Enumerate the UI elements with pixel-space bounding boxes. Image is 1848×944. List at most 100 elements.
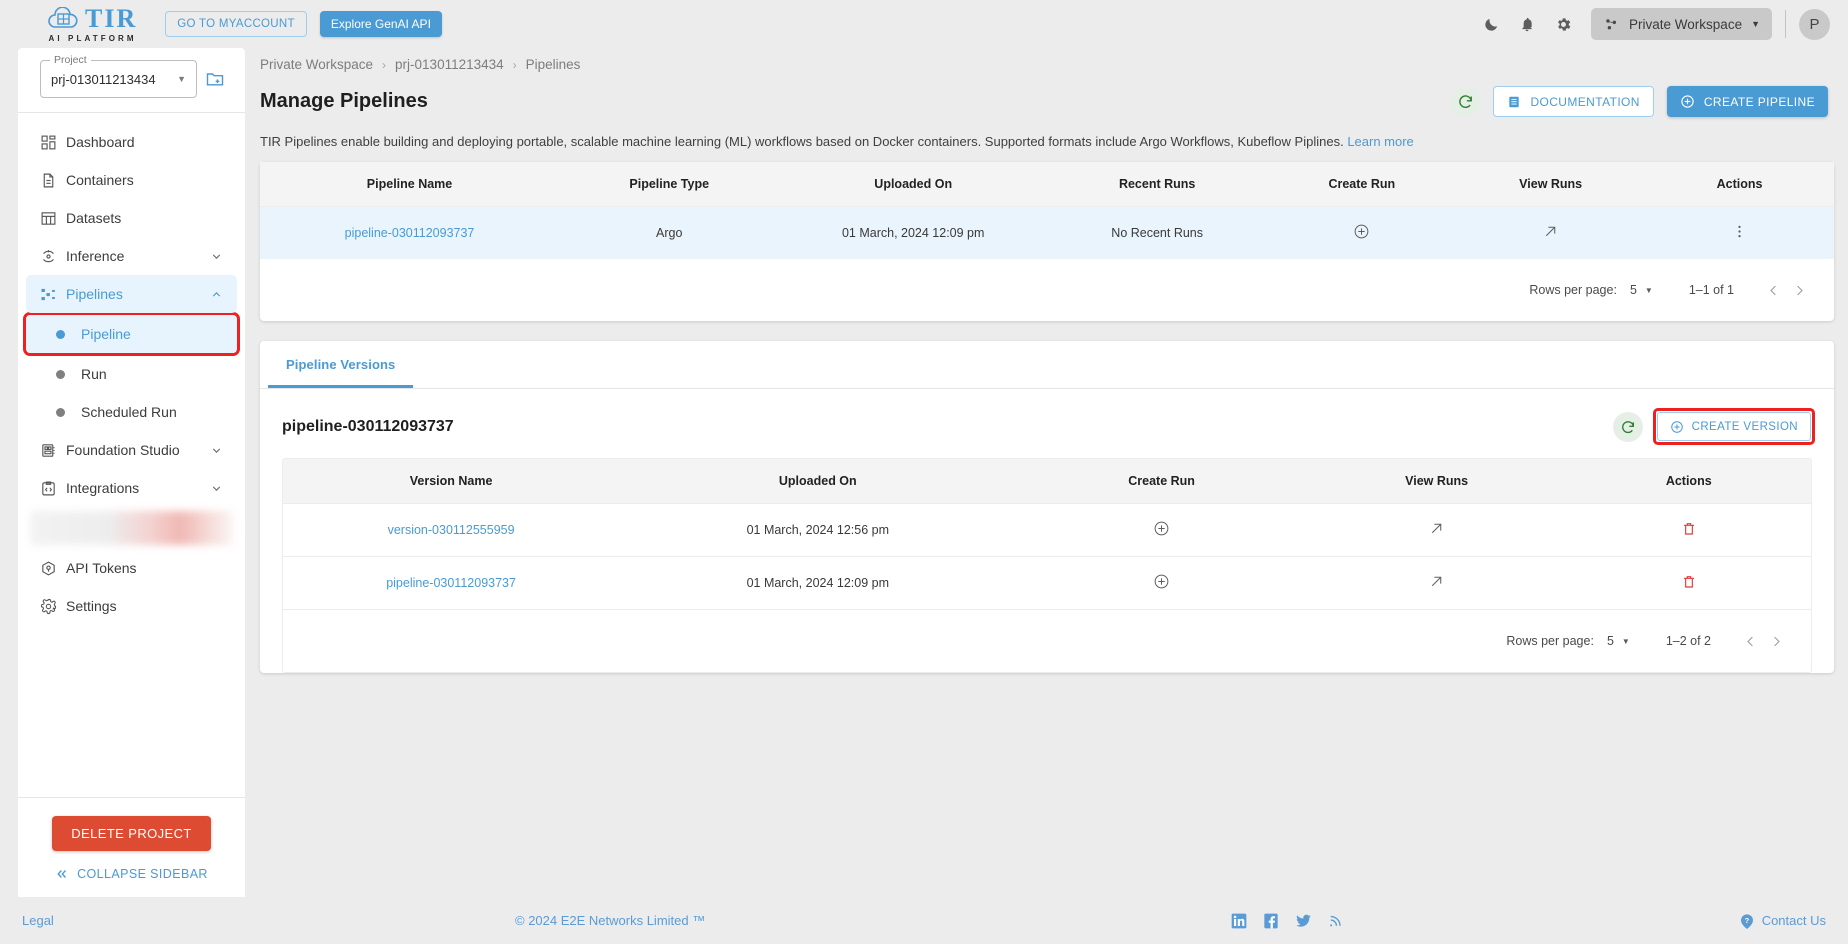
sidebar-item-label: Pipelines [66,286,123,302]
sidebar-subitem-label: Run [81,366,107,382]
sidebar-item-label: Settings [66,598,117,614]
sidebar-item-dashboard[interactable]: Dashboard [26,123,237,161]
document-icon [1507,95,1521,109]
table-row[interactable]: pipeline-030112093737 Argo 01 March, 202… [260,206,1834,260]
sidebar-item-foundation-studio[interactable]: Foundation Studio [26,431,237,469]
arrow-up-right-icon[interactable] [1542,223,1559,240]
project-select-value: prj-013011213434 [51,71,156,87]
tir-logo[interactable]: TIR AI PLATFORM [46,3,138,43]
pipeline-name-link[interactable]: pipeline-030112093737 [345,226,475,240]
plus-circle-icon[interactable] [1353,223,1370,240]
datasets-icon [40,210,66,227]
delete-icon[interactable] [1681,521,1697,537]
plus-circle-icon[interactable] [1153,573,1170,590]
top-bar: TIR AI PLATFORM GO TO MYACCOUNT Explore … [0,0,1848,48]
rows-per-page-value: 5 [1606,634,1614,648]
cell-version-name: version-030112555959 [283,504,619,557]
documentation-button[interactable]: DOCUMENTATION [1493,86,1654,117]
version-name-link[interactable]: version-030112555959 [388,523,515,537]
version-name-link[interactable]: pipeline-030112093737 [386,576,516,590]
cell-actions [1645,207,1834,260]
workspace-selector[interactable]: Private Workspace ▼ [1591,8,1772,40]
rss-icon[interactable] [1328,913,1343,929]
sidebar-item-label: Datasets [66,210,122,226]
sidebar-item-integrations[interactable]: Integrations [26,469,237,507]
pipelines-pagination: Rows per page: 5 ▼ 1–1 of 1 [260,259,1834,321]
app-root: TIR AI PLATFORM GO TO MYACCOUNT Explore … [0,0,1848,944]
delete-project-button[interactable]: DELETE PROJECT [52,816,211,851]
arrow-up-right-icon[interactable] [1428,573,1445,590]
prev-page-button[interactable] [1737,628,1763,654]
col-create-run: Create Run [1016,459,1307,504]
contact-us-button[interactable]: ? Contact Us [1739,913,1826,929]
sidebar-item-datasets[interactable]: Datasets [26,199,237,237]
explore-genai-api-button[interactable]: Explore GenAI API [319,11,442,37]
footer: Legal © 2024 E2E Networks Limited ™ ? Co… [0,897,1848,944]
cell-pipeline-type: Argo [656,226,683,240]
page-title: Manage Pipelines [260,90,428,112]
create-pipeline-label: CREATE PIPELINE [1703,94,1815,109]
breadcrumb-item-project[interactable]: prj-013011213434 [395,57,504,72]
plus-circle-icon[interactable] [1153,520,1170,537]
help-icon: ? [1739,913,1755,929]
avatar[interactable]: P [1799,8,1830,40]
pagination-range: 1–2 of 2 [1665,634,1711,648]
sidebar-item-inference[interactable]: Inference [26,237,237,275]
chevron-down-icon: ▼ [177,74,186,84]
col-version-name: Version Name [283,459,620,504]
chevron-down-icon: ▼ [1621,636,1630,646]
learn-more-link[interactable]: Learn more [1347,134,1413,149]
breadcrumb-item-workspace[interactable]: Private Workspace [260,57,373,72]
breadcrumb-separator: › [382,57,387,72]
workspace-icon [1603,16,1620,33]
rows-per-page-select[interactable]: 5 ▼ [1607,634,1630,648]
containers-icon [40,172,66,189]
refresh-icon[interactable] [1612,411,1643,442]
collapse-sidebar-button[interactable]: COLLAPSE SIDEBAR [18,851,245,897]
logo-text: TIR [85,3,138,33]
sidebar-subitem-pipeline[interactable]: Pipeline [26,315,237,353]
more-vertical-icon[interactable] [1731,223,1748,240]
sidebar-item-api-tokens[interactable]: API Tokens [26,549,237,587]
cell-create-run [1267,207,1456,260]
twitter-icon[interactable] [1295,913,1312,929]
sidebar-item-pipelines[interactable]: Pipelines [26,275,237,313]
sidebar-item-settings[interactable]: Settings [26,587,237,625]
dashboard-icon [40,134,66,151]
bell-icon[interactable] [1509,6,1545,42]
sidebar-nav: Dashboard Containers Datasets Inference … [18,113,245,625]
rows-per-page-value: 5 [1629,283,1637,297]
chevron-down-icon: ▼ [1644,285,1653,295]
sidebar-subitem-scheduled-run[interactable]: Scheduled Run [26,393,237,431]
create-version-button[interactable]: CREATE VERSION [1656,412,1811,441]
tab-pipeline-versions[interactable]: Pipeline Versions [268,341,414,388]
integrations-icon [40,480,66,497]
sidebar-item-containers[interactable]: Containers [26,161,237,199]
create-version-highlight-box: CREATE VERSION [1652,408,1816,445]
moon-icon[interactable] [1473,6,1509,42]
new-project-icon[interactable] [205,69,225,89]
arrow-up-right-icon[interactable] [1428,520,1445,537]
go-to-myaccount-button[interactable]: GO TO MYACCOUNT [165,11,307,37]
next-page-button[interactable] [1763,628,1789,654]
rows-per-page-select[interactable]: 5 ▼ [1630,283,1653,297]
legal-link[interactable]: Legal [22,913,54,928]
bullet-icon [56,329,65,339]
cell-actions [1566,504,1811,557]
table-row[interactable]: version-030112555959 01 March, 2024 12:5… [283,504,1811,557]
gear-icon[interactable] [1545,6,1581,42]
linkedin-icon[interactable] [1231,913,1247,929]
refresh-icon[interactable] [1450,86,1481,117]
chevron-down-icon [210,444,223,457]
create-pipeline-button[interactable]: CREATE PIPELINE [1666,86,1828,117]
project-select[interactable]: Project prj-013011213434 ▼ [40,54,197,98]
sidebar-subitem-run[interactable]: Run [26,355,237,393]
delete-icon[interactable] [1681,574,1697,590]
redacted-sidebar-item[interactable] [30,511,233,545]
table-row[interactable]: pipeline-030112093737 01 March, 2024 12:… [283,557,1811,610]
breadcrumb-item-pipelines[interactable]: Pipelines [526,57,581,72]
prev-page-button[interactable] [1760,277,1786,303]
next-page-button[interactable] [1786,277,1812,303]
facebook-icon[interactable] [1263,913,1279,929]
pipelines-table: Pipeline Name Pipeline Type Uploaded On … [260,162,1834,259]
